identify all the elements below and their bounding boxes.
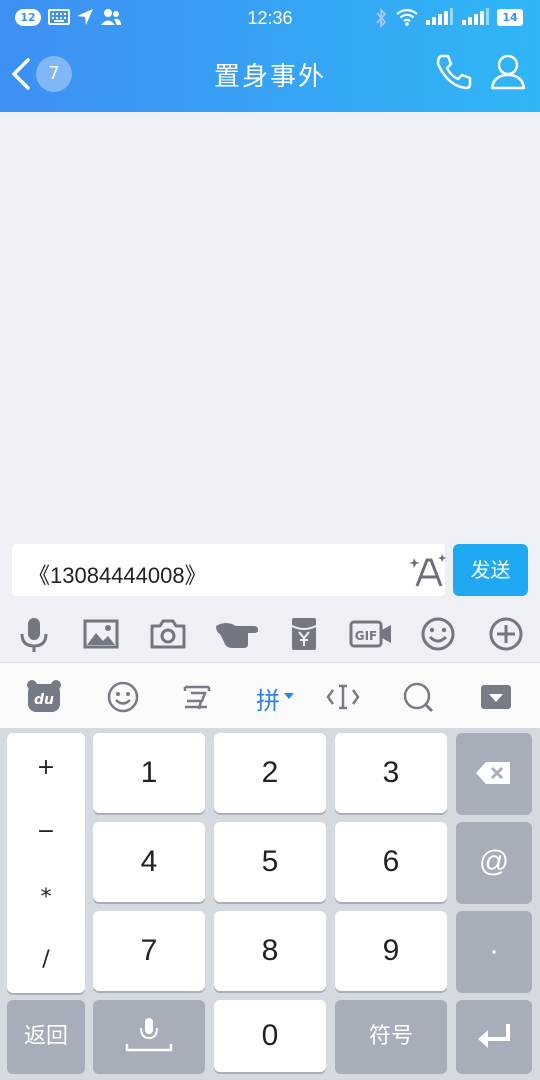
wifi-icon xyxy=(396,8,418,26)
unread-count-badge[interactable]: 7 xyxy=(36,56,72,92)
pinyin-dropdown-caret-icon[interactable] xyxy=(284,693,294,699)
symbol-column[interactable]: + − * / xyxy=(7,733,85,993)
backspace-icon xyxy=(476,762,510,784)
poke-icon[interactable] xyxy=(214,614,260,654)
bluetooth-icon xyxy=(376,8,387,28)
enter-key[interactable] xyxy=(456,1000,532,1072)
key-2[interactable]: 2 xyxy=(214,733,326,813)
search-icon[interactable] xyxy=(398,677,438,717)
number-keyboard: + − * / 1 2 3 4 5 6 @ 7 8 9 · 返回 0 符号 xyxy=(0,728,540,1080)
handwrite-icon[interactable] xyxy=(177,677,217,717)
key-6[interactable]: 6 xyxy=(335,822,447,902)
key-plus[interactable]: + xyxy=(7,755,85,780)
font-style-icon[interactable] xyxy=(408,552,448,592)
status-bar: 12 12:36 14 xyxy=(0,0,540,36)
svg-text:GIF: GIF xyxy=(355,629,378,643)
message-input-text: 《13084444008》 xyxy=(28,563,207,588)
status-time: 12:36 xyxy=(247,8,293,28)
chat-header: 12 12:36 14 7 置身事外 xyxy=(0,0,540,112)
signal-1-icon xyxy=(426,8,453,25)
phone-call-icon[interactable] xyxy=(434,52,474,92)
chat-title: 置身事外 xyxy=(213,62,326,92)
key-dot[interactable]: · xyxy=(456,911,532,991)
key-7[interactable]: 7 xyxy=(93,911,205,991)
emoji-icon[interactable] xyxy=(418,614,458,654)
hide-keyboard-icon[interactable] xyxy=(476,677,516,717)
voice-key[interactable] xyxy=(93,1000,205,1072)
microphone-icon xyxy=(125,1018,173,1052)
key-multiply[interactable]: * xyxy=(7,885,85,910)
svg-text:du: du xyxy=(34,692,54,708)
composer-row: 《13084444008》 发送 xyxy=(0,540,540,602)
key-minus[interactable]: − xyxy=(7,819,85,844)
du-logo-icon[interactable]: du xyxy=(24,677,64,717)
key-3[interactable]: 3 xyxy=(335,733,447,813)
key-9[interactable]: 9 xyxy=(335,911,447,991)
red-packet-icon[interactable] xyxy=(284,614,324,654)
signal-2-icon xyxy=(462,8,489,25)
key-1[interactable]: 1 xyxy=(93,733,205,813)
pinyin-mode-label[interactable]: 拼 xyxy=(256,681,280,716)
enter-arrow-icon xyxy=(478,1024,510,1048)
send-button[interactable]: 发送 xyxy=(453,544,528,596)
back-key[interactable]: 返回 xyxy=(7,1000,85,1072)
key-4[interactable]: 4 xyxy=(93,822,205,902)
key-at[interactable]: @ xyxy=(456,822,532,902)
gif-icon[interactable]: GIF xyxy=(349,614,393,654)
key-8[interactable]: 8 xyxy=(214,911,326,991)
cursor-move-icon[interactable] xyxy=(323,677,363,717)
key-5[interactable]: 5 xyxy=(214,822,326,902)
profile-icon[interactable] xyxy=(488,52,528,92)
ime-toolbar: du 拼 xyxy=(0,662,540,728)
key-0[interactable]: 0 xyxy=(214,1000,326,1072)
plus-icon[interactable] xyxy=(486,614,526,654)
emoji-icon[interactable] xyxy=(103,677,143,717)
microphone-icon[interactable] xyxy=(14,614,54,654)
image-icon[interactable] xyxy=(81,614,121,654)
camera-icon[interactable] xyxy=(148,614,188,654)
battery-icon: 14 xyxy=(497,9,523,26)
back-chevron-icon[interactable] xyxy=(8,52,38,96)
message-list[interactable] xyxy=(0,112,540,540)
symbols-key[interactable]: 符号 xyxy=(335,1000,447,1072)
message-input[interactable]: 《13084444008》 xyxy=(12,544,448,596)
delete-key[interactable] xyxy=(456,733,532,813)
key-divide[interactable]: / xyxy=(7,947,85,972)
chat-toolbar: GIF xyxy=(0,602,540,662)
